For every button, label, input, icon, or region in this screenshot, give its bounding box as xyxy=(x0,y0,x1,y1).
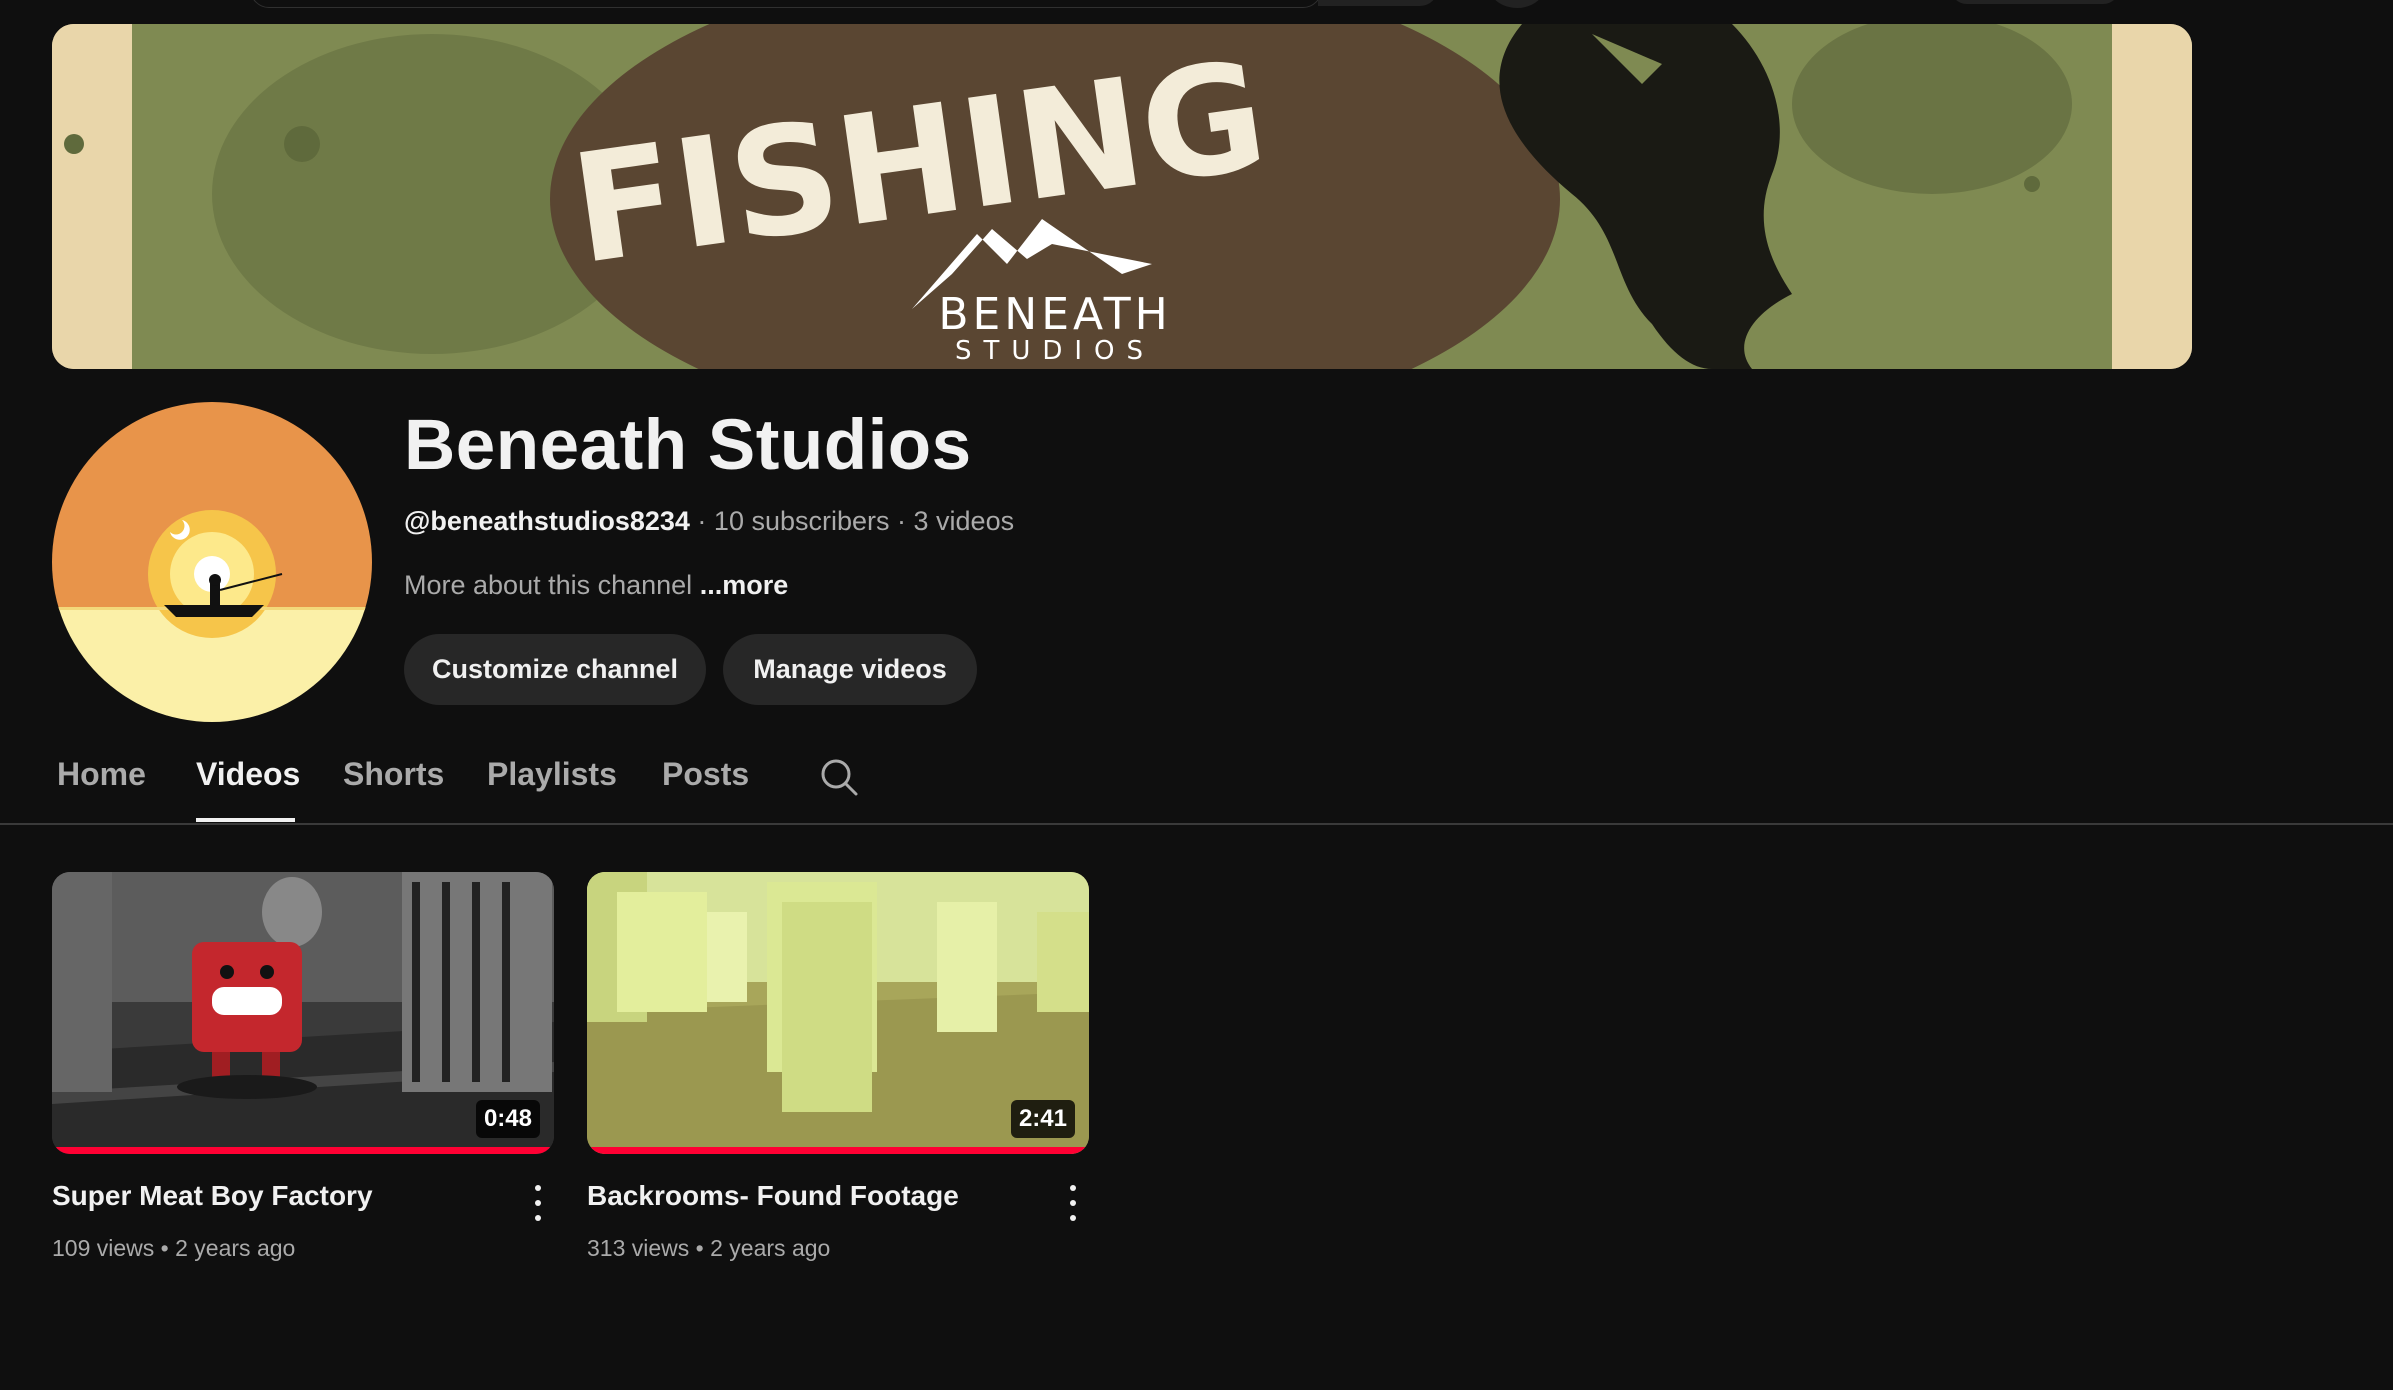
masthead-strip xyxy=(0,0,2393,22)
tab-posts[interactable]: Posts xyxy=(662,756,749,793)
tabs-divider xyxy=(0,823,2393,825)
customize-channel-button[interactable]: Customize channel xyxy=(404,634,706,705)
meta-separator: · xyxy=(889,506,914,536)
about-text: More about this channel xyxy=(404,570,693,600)
channel-meta: @beneathstudios8234 · 10 subscribers · 3… xyxy=(404,506,1014,537)
video-title[interactable]: Backrooms- Found Footage xyxy=(587,1180,959,1212)
tab-playlists[interactable]: Playlists xyxy=(487,756,617,793)
about-more-link[interactable]: ...more xyxy=(700,570,789,600)
video-count: 3 videos xyxy=(913,506,1015,536)
active-tab-indicator xyxy=(196,818,295,822)
banner-artwork: FISHING BENEATH STUDIOS xyxy=(52,24,2192,369)
subscriber-count: 10 subscribers xyxy=(713,506,890,536)
video-meta: 313 views • 2 years ago xyxy=(587,1235,830,1262)
tab-shorts[interactable]: Shorts xyxy=(343,756,444,793)
video-thumbnail[interactable]: 2:41 xyxy=(587,872,1089,1154)
masthead-create-button[interactable] xyxy=(1950,0,2120,4)
tab-videos[interactable]: Videos xyxy=(196,756,300,793)
more-vert-icon[interactable] xyxy=(1063,1185,1083,1221)
more-vert-icon[interactable] xyxy=(528,1185,548,1221)
masthead-search-button[interactable] xyxy=(1318,0,1438,6)
upload-age: 2 years ago xyxy=(175,1235,296,1261)
channel-about[interactable]: More about this channel ...more xyxy=(404,570,788,601)
channel-banner: FISHING BENEATH STUDIOS xyxy=(52,24,2192,369)
video-duration: 0:48 xyxy=(475,1100,540,1138)
meta-dot: • xyxy=(154,1235,176,1261)
channel-avatar[interactable] xyxy=(52,402,372,722)
watched-progress-bar xyxy=(587,1147,1089,1154)
banner-logo-line1: BENEATH xyxy=(938,289,1171,340)
meta-separator: · xyxy=(689,506,714,536)
meta-dot: • xyxy=(689,1235,711,1261)
search-icon[interactable] xyxy=(818,756,860,798)
avatar-artwork xyxy=(52,402,372,722)
view-count: 109 views xyxy=(52,1235,155,1261)
video-meta: 109 views • 2 years ago xyxy=(52,1235,295,1262)
video-duration: 2:41 xyxy=(1010,1100,1075,1138)
channel-handle[interactable]: @beneathstudios8234 xyxy=(404,506,690,536)
banner-logo-line2: STUDIOS xyxy=(955,336,1155,366)
upload-age: 2 years ago xyxy=(710,1235,831,1261)
masthead-search-box[interactable] xyxy=(250,0,1322,8)
view-count: 313 views xyxy=(587,1235,690,1261)
voice-search-button[interactable] xyxy=(1488,0,1546,8)
video-thumbnail[interactable]: 0:48 xyxy=(52,872,554,1154)
channel-name: Beneath Studios xyxy=(404,406,972,485)
video-title[interactable]: Super Meat Boy Factory xyxy=(52,1180,373,1212)
watched-progress-bar xyxy=(52,1147,554,1154)
tab-home[interactable]: Home xyxy=(57,756,146,793)
manage-videos-button[interactable]: Manage videos xyxy=(723,634,977,705)
